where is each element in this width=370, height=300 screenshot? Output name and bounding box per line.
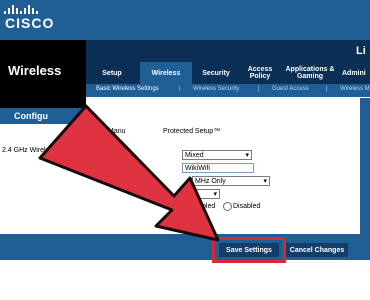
left-content-area	[0, 124, 86, 234]
ssid-broadcast-disabled-label: Disabled	[233, 203, 261, 210]
cisco-logo: CISCO	[5, 15, 55, 31]
channel-width-value: MHz Only	[195, 178, 226, 185]
tab-access-policy[interactable]: Access Policy	[242, 62, 278, 84]
product-name-partial: Li	[356, 45, 366, 57]
tab-applications-gaming[interactable]: Applications & Gaming	[282, 62, 338, 84]
tab-setup[interactable]: Setup	[92, 62, 132, 84]
wireless-settings-label: 2.4 GHz Wireless Settin	[2, 147, 77, 154]
subtab-separator: |	[258, 86, 260, 92]
content-right-border	[360, 98, 370, 234]
tab-wireless[interactable]: Wireless	[140, 62, 192, 84]
subtab-wireless-security[interactable]: Wireless Security	[193, 86, 239, 92]
network-mode-select[interactable]: Mixed	[182, 150, 252, 161]
tab-administration[interactable]: Admini	[342, 62, 370, 84]
channel-width-select[interactable]: MHz Only	[192, 176, 270, 187]
wps-option-label: Protected Setup™	[163, 128, 221, 135]
ssid-value: WikiWifi	[185, 165, 210, 172]
ssid-broadcast-disabled-radio[interactable]	[223, 202, 232, 211]
section-title: Wireless	[8, 63, 62, 78]
manual-option-label: Manu	[108, 128, 126, 135]
configuration-label: Configu	[14, 111, 48, 121]
ssid-broadcast-enabled-label: bled	[202, 203, 216, 210]
cancel-changes-button[interactable]: Cancel Changes	[286, 243, 348, 257]
tab-security[interactable]: Security	[196, 62, 236, 84]
footer-left	[0, 234, 86, 260]
cisco-logo-bars-icon	[4, 4, 44, 14]
subtab-wireless-mac-filter[interactable]: Wireless M	[340, 86, 370, 92]
network-mode-value: Mixed	[185, 152, 204, 159]
subtab-separator: |	[179, 86, 181, 92]
channel-select[interactable]	[190, 189, 220, 200]
save-button-highlight-box	[212, 237, 286, 263]
subtab-guest-access[interactable]: Guest Access	[272, 86, 309, 92]
subtab-basic-wireless-settings[interactable]: Basic Wireless Settings	[96, 86, 159, 92]
subtab-separator: |	[326, 86, 328, 92]
network-name-ssid-input[interactable]: WikiWifi	[182, 163, 254, 173]
top-header-bar	[0, 0, 370, 40]
